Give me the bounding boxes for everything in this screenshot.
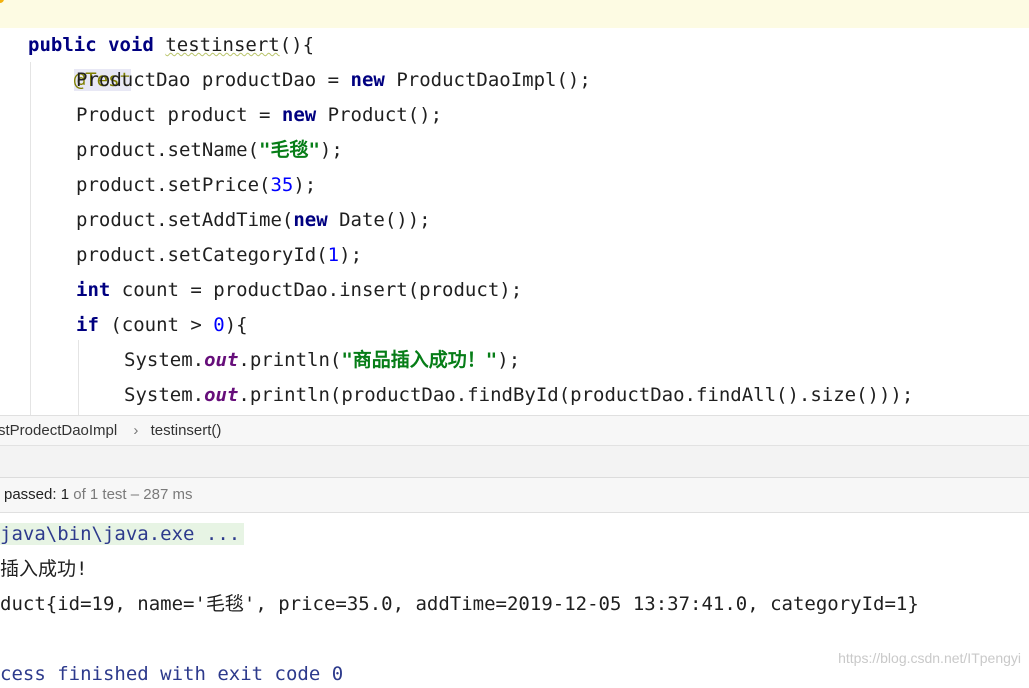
code-text: System. [124,384,205,406]
number-token: 0 [213,314,225,336]
code-text: Product product = [76,104,282,126]
code-text: (count > [98,314,214,336]
console-line: duct{id=19, name='毛毯', price=35.0, addTi… [0,593,919,615]
breadcrumb-class[interactable]: stProdectDaoImpl [0,422,117,439]
static-field-token: out [204,349,239,371]
code-text: ); [497,349,521,371]
console-line: 插入成功! [0,558,88,580]
code-text: ); [339,244,363,266]
code-text: System. [124,349,205,371]
keyword-token: public [28,34,97,56]
number-token: 35 [270,174,294,196]
keyword-token: if [76,314,99,336]
code-text: ){ [224,314,248,336]
chevron-right-icon: › [133,422,139,439]
code-text: product.setAddTime( [76,209,294,231]
breadcrumb: stProdectDaoImpl › testinsert() [0,415,1029,446]
code-text: ProductDao productDao = [76,69,351,91]
code-text: count = productDao.insert(product); [110,279,523,301]
static-field-token: out [204,384,239,406]
keyword-token: void [108,34,154,56]
breadcrumb-method[interactable]: testinsert() [151,422,222,439]
code-line[interactable]: if (count > 0){ [76,308,248,343]
code-text: Date()); [327,209,431,231]
code-text: ProductDaoImpl(); [384,69,591,91]
code-line[interactable]: product.setName("毛毯"); [76,133,343,168]
method-name-token: testinsert [165,34,280,56]
code-text: ); [293,174,317,196]
code-text: .println(productDao.findById(productDao.… [238,384,914,406]
tests-passed-count: 1 [60,486,70,503]
test-status-bar: passed: 1 of 1 test – 287 ms [0,478,1029,513]
code-line[interactable]: product.setPrice(35); [76,168,316,203]
code-editor[interactable]: @Test public void testinsert(){ ProductD… [0,0,1029,415]
tests-summary: of 1 test – 287 ms [73,486,193,503]
run-toolbar [0,446,1029,478]
code-text: product.setPrice( [76,174,271,196]
code-line[interactable]: product.setCategoryId(1); [76,238,362,273]
code-text: .println( [238,349,342,371]
code-line[interactable]: public void testinsert(){ [28,28,314,63]
code-text: (){ [279,34,315,56]
string-token: "商品插入成功！" [341,349,498,371]
code-line[interactable]: product.setAddTime(new Date()); [76,203,431,238]
code-text: Product(); [316,104,443,126]
watermark: https://blog.csdn.net/ITpengyi [838,650,1021,666]
keyword-token: int [76,279,111,301]
keyword-token: new [281,104,317,126]
code-text: product.setName( [76,139,260,161]
tests-passed-label: passed: [4,486,57,503]
code-line[interactable]: System.out.println(productDao.findById(p… [124,378,913,413]
console-exit-line: cess finished with exit code 0 [0,663,344,685]
code-line[interactable]: System.out.println("商品插入成功！"); [124,343,520,378]
string-token: "毛毯" [259,139,320,161]
keyword-token: new [293,209,328,231]
code-line[interactable]: Product product = new Product(); [76,98,442,133]
indent-guide [78,340,79,415]
code-line[interactable]: int count = productDao.insert(product); [76,273,522,308]
number-token: 1 [327,244,340,266]
lightbulb-icon[interactable] [0,0,4,3]
code-text: product.setCategoryId( [76,244,328,266]
indent-guide [30,62,31,415]
keyword-token: new [350,69,385,91]
code-line[interactable]: ProductDao productDao = new ProductDaoIm… [76,63,591,98]
console-line: java\bin\java.exe ... [0,517,245,552]
console-command[interactable]: java\bin\java.exe ... [0,523,245,545]
code-line[interactable]: @Test [0,0,1029,91]
code-text: ); [319,139,343,161]
